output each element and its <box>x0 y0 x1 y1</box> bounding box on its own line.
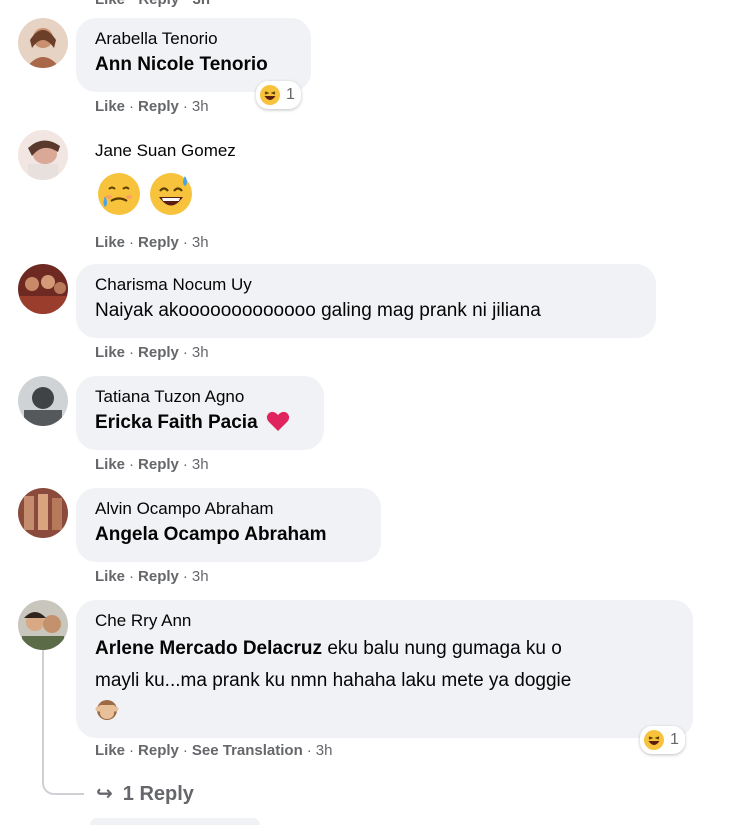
avatar[interactable] <box>18 488 68 538</box>
like-button[interactable]: Like <box>95 98 125 115</box>
avatar[interactable] <box>18 130 68 180</box>
reaction-count[interactable]: 1 <box>640 726 685 754</box>
timestamp[interactable]: 3h <box>192 234 209 251</box>
laughing-emoji-icon <box>260 85 280 105</box>
avatar[interactable] <box>18 264 68 314</box>
mention-link[interactable]: Ann Nicole Tenorio <box>95 54 268 75</box>
timestamp[interactable]: 3h <box>192 344 209 361</box>
mention-link[interactable]: Ericka Faith Pacia <box>95 412 258 433</box>
comment-text-line-1: eku balu nung gumaga ku o <box>327 638 562 659</box>
comment-bubble: Tatiana Tuzon Agno Ericka Faith Pacia <box>76 376 324 450</box>
reaction-count-value: 1 <box>286 86 295 103</box>
reply-arrow-icon: ↪ <box>96 783 113 805</box>
comment-actions: Like · Reply · 3h <box>95 568 209 585</box>
comment-author[interactable]: Charisma Nocum Uy <box>95 274 638 296</box>
reaction-count[interactable]: 1 <box>256 81 301 109</box>
view-replies-link[interactable]: ↪ 1 Reply <box>96 781 194 806</box>
comment-author[interactable]: Che Rry Ann <box>95 610 675 632</box>
reply-button[interactable]: Reply <box>138 456 179 473</box>
comment-actions: Like · Reply · 3h <box>95 456 209 473</box>
comment-author[interactable]: Tatiana Tuzon Agno <box>95 386 306 408</box>
like-button[interactable]: Like <box>95 742 125 759</box>
laughing-emoji-icon <box>644 730 664 750</box>
view-replies-label: 1 Reply <box>122 783 194 805</box>
reply-button[interactable]: Reply <box>138 344 179 361</box>
like-button[interactable]: Like <box>95 568 125 585</box>
reply-button[interactable]: Reply <box>138 234 179 251</box>
timestamp[interactable]: 3h <box>316 742 333 759</box>
like-button[interactable]: Like <box>95 234 125 251</box>
comment-text-line-2: mayli ku...ma prank ku nmn hahaha laku m… <box>95 670 572 691</box>
comment-actions: Like · Reply · 3h <box>95 98 209 115</box>
comment-bubble: Che Rry Ann Arlene Mercado Delacruz eku … <box>76 600 693 738</box>
mention-link[interactable]: Arlene Mercado Delacruz <box>95 638 322 659</box>
comment-author[interactable]: Jane Suan Gomez <box>95 140 236 162</box>
timestamp[interactable]: 3h <box>192 456 209 473</box>
comment-bubble: Alvin Ocampo Abraham Angela Ocampo Abrah… <box>76 488 381 562</box>
see-translation-link[interactable]: See Translation <box>192 742 303 759</box>
see-no-evil-monkey-icon <box>95 700 119 720</box>
comment-text: Naiyak akooooooooooooo galing mag prank … <box>95 300 541 321</box>
next-comment-partial <box>90 818 260 825</box>
comment-actions: Like · Reply · 3h <box>95 344 209 361</box>
timestamp[interactable]: 3h <box>192 568 209 585</box>
avatar[interactable] <box>18 18 68 68</box>
emoji-comment <box>95 170 195 218</box>
sweat-smile-icon <box>150 173 192 215</box>
reaction-count-value: 1 <box>670 731 679 748</box>
comment-author[interactable]: Alvin Ocampo Abraham <box>95 498 363 520</box>
mention-link[interactable]: Angela Ocampo Abraham <box>95 524 327 545</box>
comment-bubble: Charisma Nocum Uy Naiyak akooooooooooooo… <box>76 264 656 338</box>
tearful-smile-icon <box>98 173 140 215</box>
reply-button[interactable]: Reply <box>138 568 179 585</box>
timestamp[interactable]: 3h <box>192 98 209 115</box>
red-heart-icon <box>266 411 290 431</box>
like-button[interactable]: Like <box>95 456 125 473</box>
comment-author[interactable]: Arabella Tenorio <box>95 28 293 50</box>
avatar[interactable] <box>18 376 68 426</box>
comment-actions: Like · Reply · 3h <box>95 234 209 251</box>
comment-actions: Like · Reply · See Translation · 3h <box>95 742 333 759</box>
previous-comment-actions: Like · Reply · 3h <box>95 0 210 8</box>
like-button[interactable]: Like <box>95 344 125 361</box>
reply-button[interactable]: Reply <box>138 742 179 759</box>
avatar[interactable] <box>18 600 68 650</box>
reply-button[interactable]: Reply <box>138 98 179 115</box>
